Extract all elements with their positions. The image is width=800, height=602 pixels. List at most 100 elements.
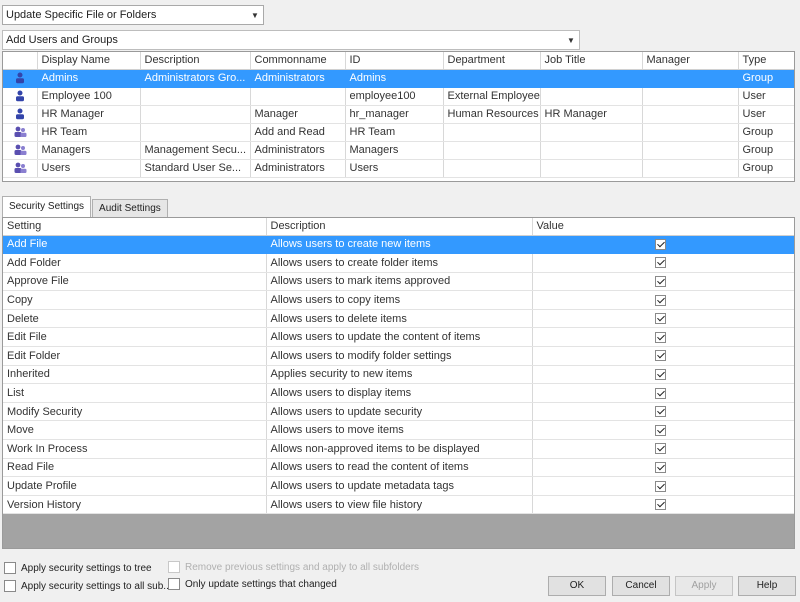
table-cell [642, 105, 739, 124]
column-header[interactable]: Manager [642, 52, 739, 70]
scope-combo[interactable]: Update Specific File or Folders ▼ [2, 5, 264, 25]
chevron-down-icon[interactable]: ▼ [563, 36, 579, 45]
only-changed-checkbox[interactable] [168, 578, 180, 590]
tab-audit-settings[interactable]: Audit Settings [92, 199, 168, 218]
apply-tree-option[interactable]: Apply security settings to tree [4, 562, 152, 574]
add-users-combo[interactable]: Add Users and Groups ▼ [2, 30, 580, 50]
table-row[interactable]: Update Profile Allows users to update met… [3, 476, 794, 496]
chevron-down-icon[interactable]: ▼ [247, 11, 263, 20]
table-cell [140, 87, 251, 106]
value-checkbox[interactable] [654, 462, 666, 474]
table-row[interactable]: Admins Administrators Gro... Administrator… [3, 69, 794, 88]
table-row[interactable]: Users Standard User Se... Administrators Us… [3, 159, 794, 178]
table-row[interactable]: Delete Allows users to delete items [3, 309, 794, 329]
table-cell: Users [37, 159, 141, 178]
value-checkbox[interactable] [654, 331, 666, 343]
table-row[interactable]: Move Allows users to move items [3, 420, 794, 441]
value-checkbox[interactable] [654, 276, 666, 288]
table-row[interactable]: Add File Allows users to create new items [3, 235, 794, 255]
table-cell: Administrators [250, 69, 346, 88]
value-checkbox[interactable] [654, 369, 666, 381]
setting-description: Allows non-approved items to be displaye… [266, 439, 533, 459]
table-row[interactable]: Work In Process Allows non-approved items… [3, 439, 794, 459]
column-header[interactable]: Value [532, 218, 794, 236]
table-row[interactable]: Employee 100 employee100 External Employee… [3, 87, 794, 106]
only-changed-option[interactable]: Only update settings that changed [168, 578, 337, 590]
value-checkbox[interactable] [654, 406, 666, 418]
setting-name: Read File [3, 458, 267, 478]
table-row[interactable]: Edit File Allows users to update the cont… [3, 327, 794, 348]
setting-description: Allows users to update metadata tags [266, 476, 533, 496]
table-cell [540, 87, 643, 106]
table-cell [443, 123, 541, 142]
apply-all-option[interactable]: Apply security settings to all sub... [4, 580, 172, 592]
table-row[interactable]: Inherited Applies security to new items [3, 365, 794, 385]
table-row[interactable]: List Allows users to display items [3, 383, 794, 403]
apply-all-checkbox[interactable] [4, 580, 16, 592]
value-checkbox[interactable] [654, 257, 666, 269]
table-cell: Group [738, 123, 794, 142]
table-cell: Administrators Gro... [140, 69, 251, 88]
group-icon [13, 126, 27, 138]
setting-description: Allows users to display items [266, 383, 533, 403]
table-row[interactable]: Version History Allows users to view file… [3, 495, 794, 515]
table-row[interactable]: HR Manager Manager hr_manager Human Resourc… [3, 105, 794, 124]
settings-tabstrip: Security Settings Audit Settings [2, 196, 169, 218]
value-checkbox[interactable] [654, 424, 666, 436]
users-grid[interactable]: Display Name Description Commonname ID D… [2, 51, 795, 182]
remove-existing-label: Remove previous settings and apply to al… [185, 561, 420, 573]
remove-existing-option[interactable]: Remove previous settings and apply to al… [168, 561, 419, 573]
value-checkbox[interactable] [654, 480, 666, 492]
apply-button[interactable]: Apply [675, 576, 733, 596]
setting-description: Allows users to modify folder settings [266, 346, 533, 366]
column-header[interactable]: Description [140, 52, 251, 70]
table-cell: Add and Read [250, 123, 346, 142]
user-icon [14, 90, 26, 102]
value-checkbox[interactable] [654, 313, 666, 325]
apply-all-label: Apply security settings to all sub... [21, 580, 172, 592]
table-row[interactable]: Copy Allows users to copy items [3, 290, 794, 310]
setting-description: Allows users to delete items [266, 309, 533, 329]
table-row[interactable]: Read File Allows users to read the conten… [3, 458, 794, 478]
table-row[interactable]: Edit Folder Allows users to modify folder… [3, 346, 794, 366]
table-cell: employee100 [345, 87, 444, 106]
column-header[interactable]: Commonname [250, 52, 346, 70]
table-cell [140, 105, 251, 124]
column-header[interactable]: Department [443, 52, 541, 70]
value-checkbox[interactable] [654, 499, 666, 511]
table-cell: Group [738, 141, 794, 160]
table-cell: Standard User Se... [140, 159, 251, 178]
setting-name: Work In Process [3, 439, 267, 459]
value-checkbox[interactable] [654, 350, 666, 362]
apply-tree-checkbox[interactable] [4, 562, 16, 574]
tab-security-settings[interactable]: Security Settings [2, 196, 92, 218]
table-row[interactable]: Approve File Allows users to mark items a… [3, 272, 794, 292]
column-header[interactable]: ID [345, 52, 444, 70]
table-row[interactable]: Add Folder Allows users to create folder … [3, 253, 794, 273]
ok-button[interactable]: OK [548, 576, 606, 596]
value-checkbox[interactable] [654, 238, 666, 250]
settings-grid[interactable]: Setting Description Value Add File Allows… [2, 217, 795, 549]
setting-value [532, 235, 794, 255]
remove-existing-checkbox[interactable] [168, 561, 180, 573]
table-cell: Group [738, 159, 794, 178]
table-row[interactable]: HR Team Add and Read HR Team Group [3, 123, 794, 142]
column-header[interactable]: Display Name [37, 52, 141, 70]
table-cell: HR Team [37, 123, 141, 142]
cancel-button[interactable]: Cancel [612, 576, 670, 596]
value-checkbox[interactable] [654, 443, 666, 455]
column-header[interactable]: Setting [3, 218, 267, 236]
value-checkbox[interactable] [654, 387, 666, 399]
table-cell [642, 69, 739, 88]
column-header[interactable]: Type [738, 52, 794, 70]
table-row[interactable]: Modify Security Allows users to update se… [3, 402, 794, 422]
column-header[interactable] [3, 52, 38, 70]
value-checkbox[interactable] [654, 294, 666, 306]
setting-value [532, 420, 794, 441]
table-row[interactable]: Managers Management Secu... Administrators… [3, 141, 794, 160]
column-header[interactable]: Description [266, 218, 533, 236]
column-header[interactable]: Job Title [540, 52, 643, 70]
setting-value [532, 495, 794, 515]
help-button[interactable]: Help [738, 576, 796, 596]
setting-value [532, 402, 794, 422]
